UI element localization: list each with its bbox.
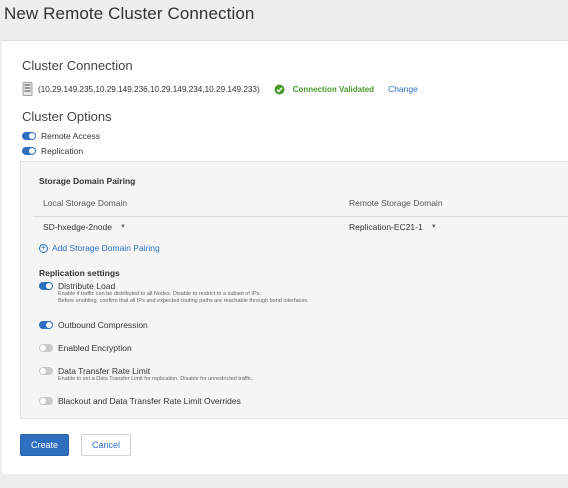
plus-circle-icon: +: [39, 243, 48, 253]
outbound-compression-toggle[interactable]: [39, 321, 53, 329]
blackout-label: Blackout and Data Transfer Rate Limit Ov…: [58, 396, 241, 406]
connection-status-text: Connection Validated: [292, 84, 375, 94]
encryption-label: Enabled Encryption: [58, 343, 132, 353]
local-domain-select[interactable]: SD-hxedge-2node ▼: [43, 222, 126, 232]
change-link[interactable]: Change: [388, 84, 418, 94]
connection-form-card: Cluster Connection (10.29.149.235,10.29.…: [2, 40, 568, 474]
replication-toggle[interactable]: [22, 147, 36, 155]
chevron-down-icon: ▼: [120, 224, 126, 230]
add-pairing-link[interactable]: + Add Storage Domain Pairing: [39, 243, 160, 253]
rate-limit-desc: Enable to set a Data Transfer Limit for …: [58, 376, 254, 382]
remote-access-toggle[interactable]: [22, 132, 36, 140]
outbound-compression-setting: Outbound Compression: [39, 320, 148, 330]
remote-domain-column-header: Remote Storage Domain: [349, 198, 443, 208]
rate-limit-label: Data Transfer Rate Limit: [58, 366, 151, 376]
distribute-load-desc-2: Before enabling, confirm that all IPs an…: [58, 298, 309, 304]
local-domain-value: SD-hxedge-2node: [43, 222, 112, 232]
check-circle-icon: [274, 84, 285, 94]
remote-access-toggle-row: Remote Access: [22, 131, 100, 141]
replication-settings-heading: Replication settings: [39, 268, 120, 278]
cluster-ips: (10.29.149.235,10.29.149.236,10.29.149.2…: [38, 84, 260, 94]
encryption-toggle[interactable]: [39, 344, 53, 352]
distribute-load-label: Distribute Load: [58, 281, 116, 291]
blackout-toggle[interactable]: [39, 397, 53, 405]
remote-domain-select[interactable]: Replication-EC21-1 ▼: [349, 222, 437, 232]
cancel-button[interactable]: Cancel: [81, 434, 131, 456]
create-button[interactable]: Create: [20, 434, 69, 456]
replication-label: Replication: [41, 146, 84, 156]
server-icon: [22, 82, 33, 96]
replication-panel: Storage Domain Pairing Local Storage Dom…: [20, 161, 568, 419]
encryption-setting: Enabled Encryption: [39, 343, 132, 353]
outbound-compression-label: Outbound Compression: [58, 320, 148, 330]
rate-limit-toggle[interactable]: [39, 367, 53, 375]
distribute-load-desc-1: Enable if traffic can be distributed to …: [58, 291, 261, 297]
add-pairing-label: Add Storage Domain Pairing: [52, 243, 160, 253]
column-divider: [33, 216, 568, 217]
rate-limit-setting: Data Transfer Rate Limit Enable to set a…: [39, 366, 253, 383]
cluster-connection-heading: Cluster Connection: [22, 58, 133, 73]
page-title: New Remote Cluster Connection: [4, 4, 255, 23]
local-domain-column-header: Local Storage Domain: [43, 198, 128, 208]
distribute-load-toggle[interactable]: [39, 282, 53, 290]
connection-status: Connection Validated: [274, 84, 374, 95]
replication-toggle-row: Replication: [22, 146, 83, 156]
chevron-down-icon: ▼: [430, 224, 437, 230]
blackout-setting: Blackout and Data Transfer Rate Limit Ov…: [39, 396, 241, 406]
distribute-load-setting: Distribute Load Enable if traffic can be…: [39, 281, 309, 305]
cluster-options-heading: Cluster Options: [22, 109, 112, 124]
remote-access-label: Remote Access: [41, 131, 101, 141]
connection-row: (10.29.149.235,10.29.149.236,10.29.149.2…: [22, 81, 562, 97]
remote-domain-value: Replication-EC21-1: [349, 222, 423, 232]
pairing-heading: Storage Domain Pairing: [39, 176, 136, 186]
